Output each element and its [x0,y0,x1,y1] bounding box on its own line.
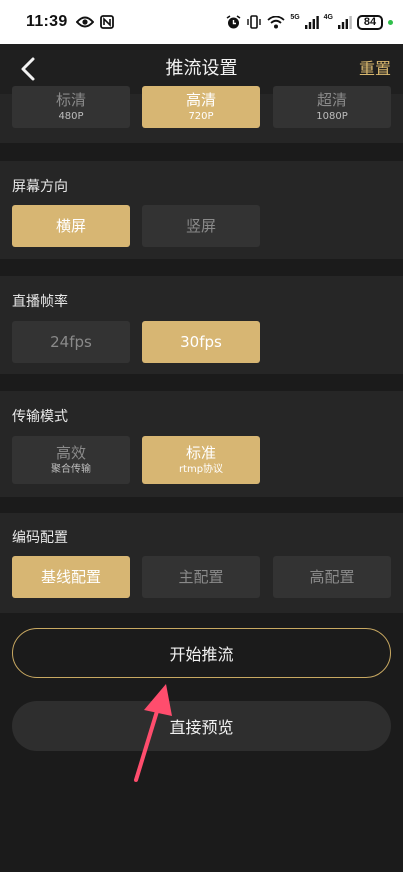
resolution-option-480p[interactable]: 标清 480P [12,86,130,128]
transport-option-efficient[interactable]: 高效 聚合传输 [12,436,130,484]
encoding-section: 编码配置 基线配置 主配置 高配置 [0,513,403,613]
transport-option-standard[interactable]: 标准 rtmp协议 [142,436,260,484]
framerate-title: 直播帧率 [12,294,68,310]
orientation-option-portrait[interactable]: 竖屏 [142,205,260,247]
resolution-option-720p[interactable]: 高清 720P [142,86,260,128]
transport-title: 传输模式 [12,409,68,425]
resolution-option-1080p[interactable]: 超清 1080P [273,86,391,128]
encoding-title: 编码配置 [12,530,68,546]
framerate-section: 直播帧率 24fps 30fps [0,276,403,374]
signal-icon [304,15,319,29]
status-bar: 11:39 5G 4G 84 [0,0,403,44]
signal-icon [338,15,352,29]
charging-dot-icon [388,19,393,25]
orientation-title: 屏幕方向 [12,179,68,195]
encoding-option-baseline[interactable]: 基线配置 [12,556,130,598]
net-4g-label: 4G [323,13,333,21]
orientation-option-landscape[interactable]: 横屏 [12,205,130,247]
alarm-icon [226,14,241,30]
encoding-option-high[interactable]: 高配置 [273,556,391,598]
framerate-option-30fps[interactable]: 30fps [142,321,260,363]
nfc-icon [99,15,114,29]
transport-section: 传输模式 高效 聚合传输 标准 rtmp协议 [0,391,403,497]
start-streaming-button[interactable]: 开始推流 [12,628,391,678]
orientation-section: 屏幕方向 横屏 竖屏 [0,161,403,259]
resolution-section: 标清 480P 高清 720P 超清 1080P [0,86,403,143]
encoding-option-main[interactable]: 主配置 [142,556,260,598]
battery-indicator: 84 [357,14,383,30]
direct-preview-button[interactable]: 直接预览 [12,701,391,751]
status-time: 11:39 [26,13,68,30]
eye-icon [75,16,94,28]
framerate-option-24fps[interactable]: 24fps [12,321,130,363]
vibrate-icon [246,15,262,29]
wifi-icon [267,15,285,29]
net-5g-label: 5G [290,13,300,21]
